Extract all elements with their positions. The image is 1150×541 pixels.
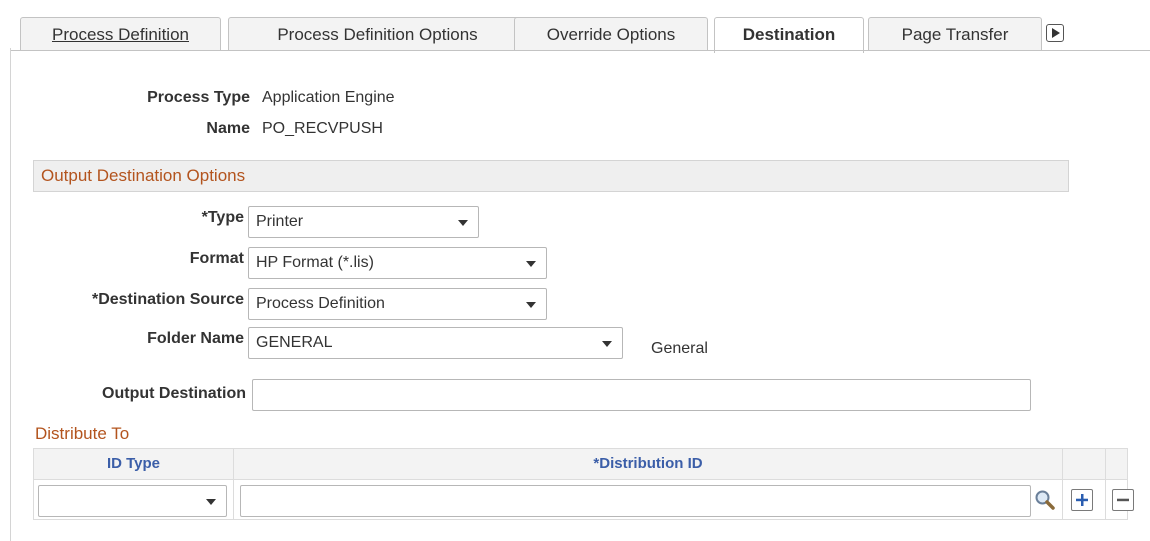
add-row-button[interactable] <box>1071 489 1093 511</box>
column-header-distribution-id: *Distribution ID <box>593 455 703 472</box>
tab-label: Process Definition Options <box>277 25 478 44</box>
column-divider <box>1105 480 1106 519</box>
tab-label: Process Definition <box>51 25 189 44</box>
chevron-down-icon <box>458 220 468 226</box>
tab-label: Destination <box>742 25 836 44</box>
name-label: Name <box>206 120 250 137</box>
column-divider <box>233 480 234 519</box>
type-select-value: Printer <box>256 213 304 230</box>
folder-name-select[interactable]: GENERAL <box>248 327 623 359</box>
chevron-down-icon <box>602 341 612 347</box>
folder-name-select-value: GENERAL <box>256 334 333 351</box>
id-type-select[interactable] <box>38 485 227 517</box>
table-row <box>33 480 1134 520</box>
output-destination-label: Output Destination <box>102 385 246 402</box>
distribute-grid-header: ID Type *Distribution ID <box>33 448 1128 480</box>
tab-process-definition-options[interactable]: Process Definition Options <box>228 17 527 51</box>
search-icon[interactable] <box>1034 489 1056 511</box>
name-value: PO_RECVPUSH <box>262 120 383 137</box>
chevron-down-icon <box>526 302 536 308</box>
tab-process-definition[interactable]: Process Definition <box>20 17 221 51</box>
minus-icon <box>1117 498 1129 502</box>
column-divider <box>1062 449 1063 479</box>
distribution-id-input[interactable] <box>240 485 1031 517</box>
distribute-to-title: Distribute To <box>35 424 130 443</box>
process-type-label: Process Type <box>147 89 250 106</box>
output-destination-options-header: Output Destination Options <box>33 160 1069 192</box>
folder-name-description: General <box>651 340 708 357</box>
destination-source-select[interactable]: Process Definition <box>248 288 547 320</box>
column-divider <box>1062 480 1063 519</box>
folder-name-label: Folder Name <box>147 330 244 347</box>
chevron-down-icon <box>206 499 216 505</box>
destination-source-select-value: Process Definition <box>256 295 385 312</box>
tab-label: Override Options <box>546 25 676 44</box>
format-select[interactable]: HP Format (*.lis) <box>248 247 547 279</box>
column-divider <box>1105 449 1106 479</box>
right-arrow-icon[interactable] <box>1046 24 1064 42</box>
tab-override-options[interactable]: Override Options <box>514 17 708 51</box>
column-header-id-type: ID Type <box>106 455 161 472</box>
plus-icon <box>1076 494 1088 506</box>
type-label: *Type <box>201 209 244 226</box>
format-label: Format <box>189 250 244 267</box>
tab-page-transfer[interactable]: Page Transfer <box>868 17 1042 51</box>
tab-label: Page Transfer <box>901 25 1009 44</box>
process-type-value: Application Engine <box>262 89 395 106</box>
chevron-down-icon <box>526 261 536 267</box>
delete-row-button[interactable] <box>1112 489 1134 511</box>
format-select-value: HP Format (*.lis) <box>256 254 374 271</box>
destination-source-label: *Destination Source <box>91 291 244 308</box>
output-destination-input[interactable] <box>252 379 1031 411</box>
type-select[interactable]: Printer <box>248 206 479 238</box>
